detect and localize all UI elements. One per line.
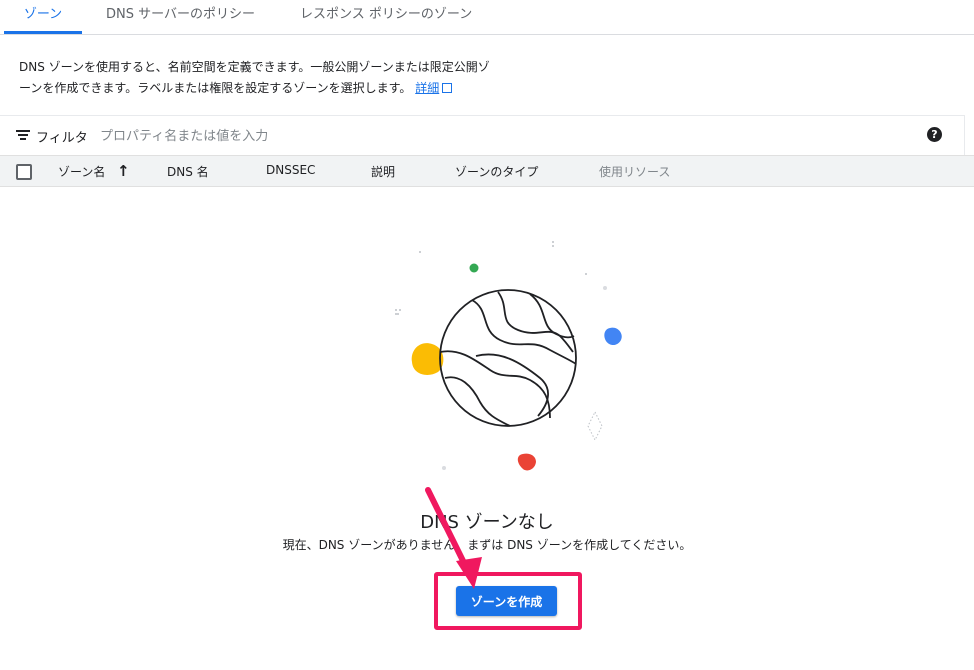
description-line-2-text: ーンを作成できます。ラベルまたは権限を設定するゾーンを選択します。: [19, 81, 412, 95]
learn-more-link[interactable]: 詳細: [415, 81, 453, 95]
table-header: ゾーン名 ↑ DNS 名 DNSSEC 説明 ゾーンのタイプ 使用リソース: [0, 155, 974, 187]
column-zone-type[interactable]: ゾーンのタイプ: [455, 163, 538, 180]
description-line-2: ーンを作成できます。ラベルまたは権限を設定するゾーンを選択します。 詳細: [19, 78, 539, 99]
sort-ascending-icon[interactable]: ↑: [117, 162, 130, 180]
blue-blob-shape: [604, 327, 622, 346]
empty-state-illustration: [395, 241, 622, 471]
column-zone-name[interactable]: ゾーン名: [58, 163, 105, 180]
column-in-use-by: 使用リソース: [599, 165, 671, 179]
column-dnssec[interactable]: DNSSEC: [266, 163, 315, 177]
select-all-checkbox[interactable]: [16, 164, 32, 180]
red-blob-shape: [517, 453, 536, 471]
yellow-blob-shape: [411, 343, 444, 375]
column-dns-name[interactable]: DNS 名: [167, 163, 209, 180]
column-description[interactable]: 説明: [371, 163, 395, 180]
globe-shape: [439, 289, 577, 427]
filter-label: フィルタ: [36, 131, 88, 146]
external-link-icon: [442, 83, 453, 93]
annotation-arrow-icon: [425, 487, 482, 589]
filter-input[interactable]: [100, 125, 800, 147]
page-description: DNS ゾーンを使用すると、名前空間を定義できます。一般公開ゾーンまたは限定公開…: [19, 57, 539, 99]
help-icon[interactable]: ?: [927, 127, 942, 142]
filter-icon[interactable]: [16, 130, 30, 142]
tab-zones[interactable]: ゾーン: [4, 0, 82, 34]
filter-bar: フィルタ ?: [0, 115, 965, 156]
description-line-1: DNS ゾーンを使用すると、名前空間を定義できます。一般公開ゾーンまたは限定公開…: [19, 60, 490, 74]
tab-dns-server-policies[interactable]: DNS サーバーのポリシー: [106, 0, 255, 31]
learn-more-label: 詳細: [415, 81, 440, 95]
green-dot-shape: [469, 263, 479, 273]
tab-bar: ゾーン DNS サーバーのポリシー レスポンス ポリシーのゾーン: [0, 0, 974, 35]
tab-response-policy-zones[interactable]: レスポンス ポリシーのゾーン: [300, 0, 472, 31]
